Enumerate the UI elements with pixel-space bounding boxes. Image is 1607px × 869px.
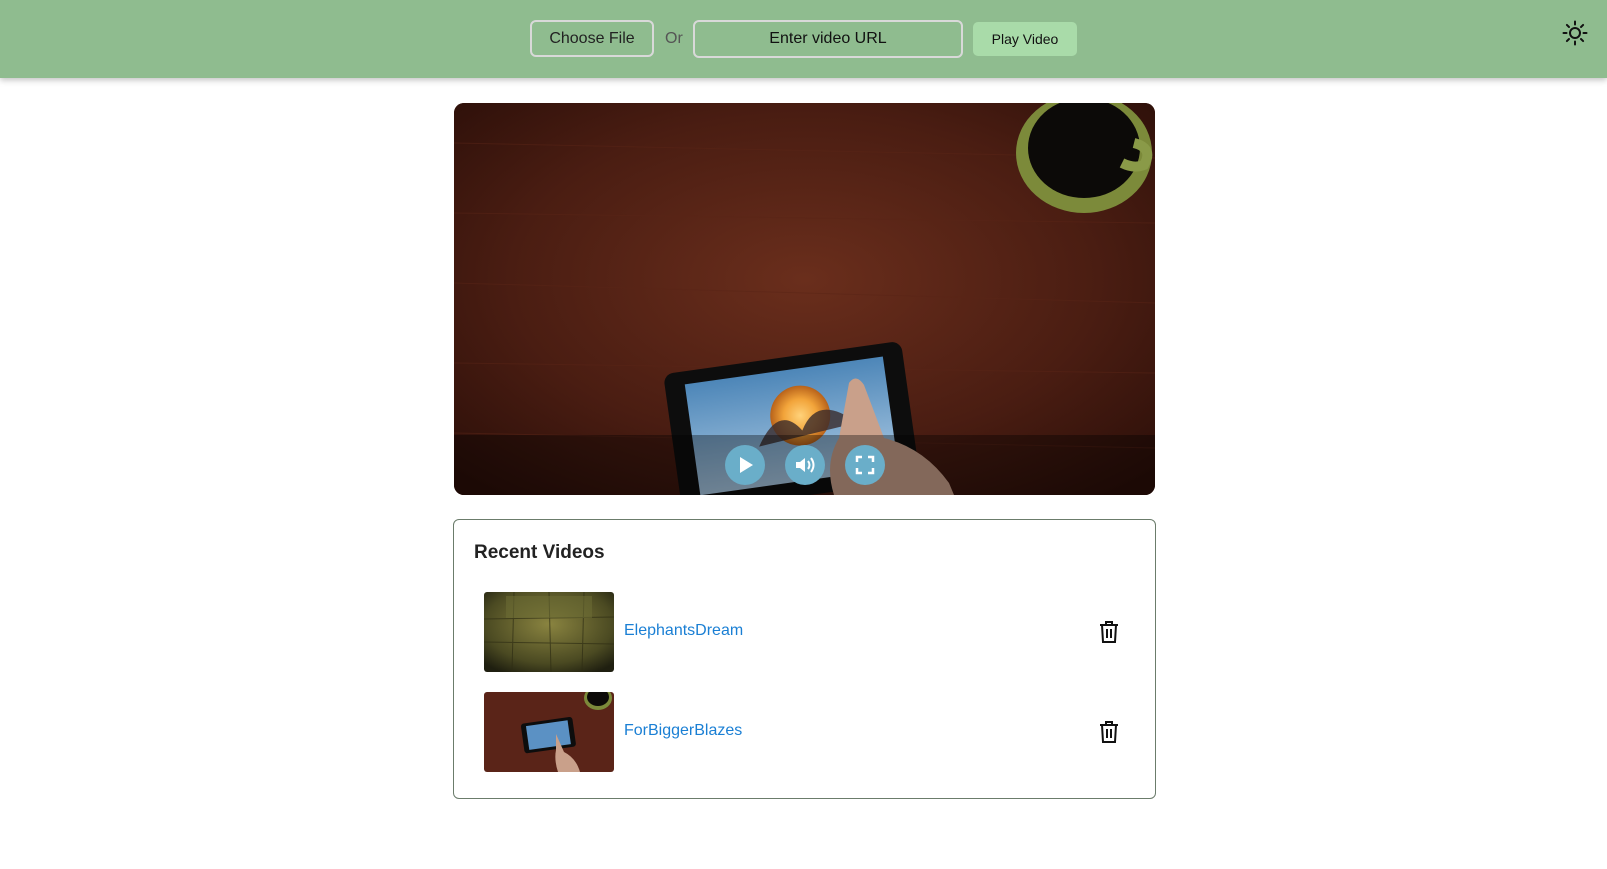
recent-videos-panel: Recent Videos ElephantsDream ForBiggerBl…	[453, 519, 1156, 799]
or-label: Or	[665, 30, 683, 47]
recent-video-item[interactable]: ElephantsDream	[484, 592, 1124, 672]
recent-video-item[interactable]: ForBiggerBlazes	[484, 692, 1124, 772]
play-video-button[interactable]: Play Video	[973, 22, 1077, 56]
sun-icon[interactable]	[1562, 20, 1588, 46]
fullscreen-icon[interactable]	[844, 445, 885, 485]
top-bar: Choose File Or Play Video	[0, 0, 1607, 78]
video-thumbnail[interactable]	[484, 692, 614, 772]
trash-icon[interactable]	[1098, 720, 1120, 744]
volume-icon[interactable]	[784, 445, 825, 485]
play-icon[interactable]	[724, 445, 765, 485]
player-controls	[454, 435, 1155, 495]
video-title-link[interactable]: ForBiggerBlazes	[624, 722, 742, 740]
video-title-link[interactable]: ElephantsDream	[624, 622, 743, 640]
video-url-input[interactable]	[693, 20, 963, 58]
choose-file-button[interactable]: Choose File	[530, 20, 654, 57]
video-thumbnail[interactable]	[484, 592, 614, 672]
trash-icon[interactable]	[1098, 620, 1120, 644]
video-player[interactable]	[454, 103, 1155, 495]
recent-videos-title: Recent Videos	[474, 542, 605, 563]
